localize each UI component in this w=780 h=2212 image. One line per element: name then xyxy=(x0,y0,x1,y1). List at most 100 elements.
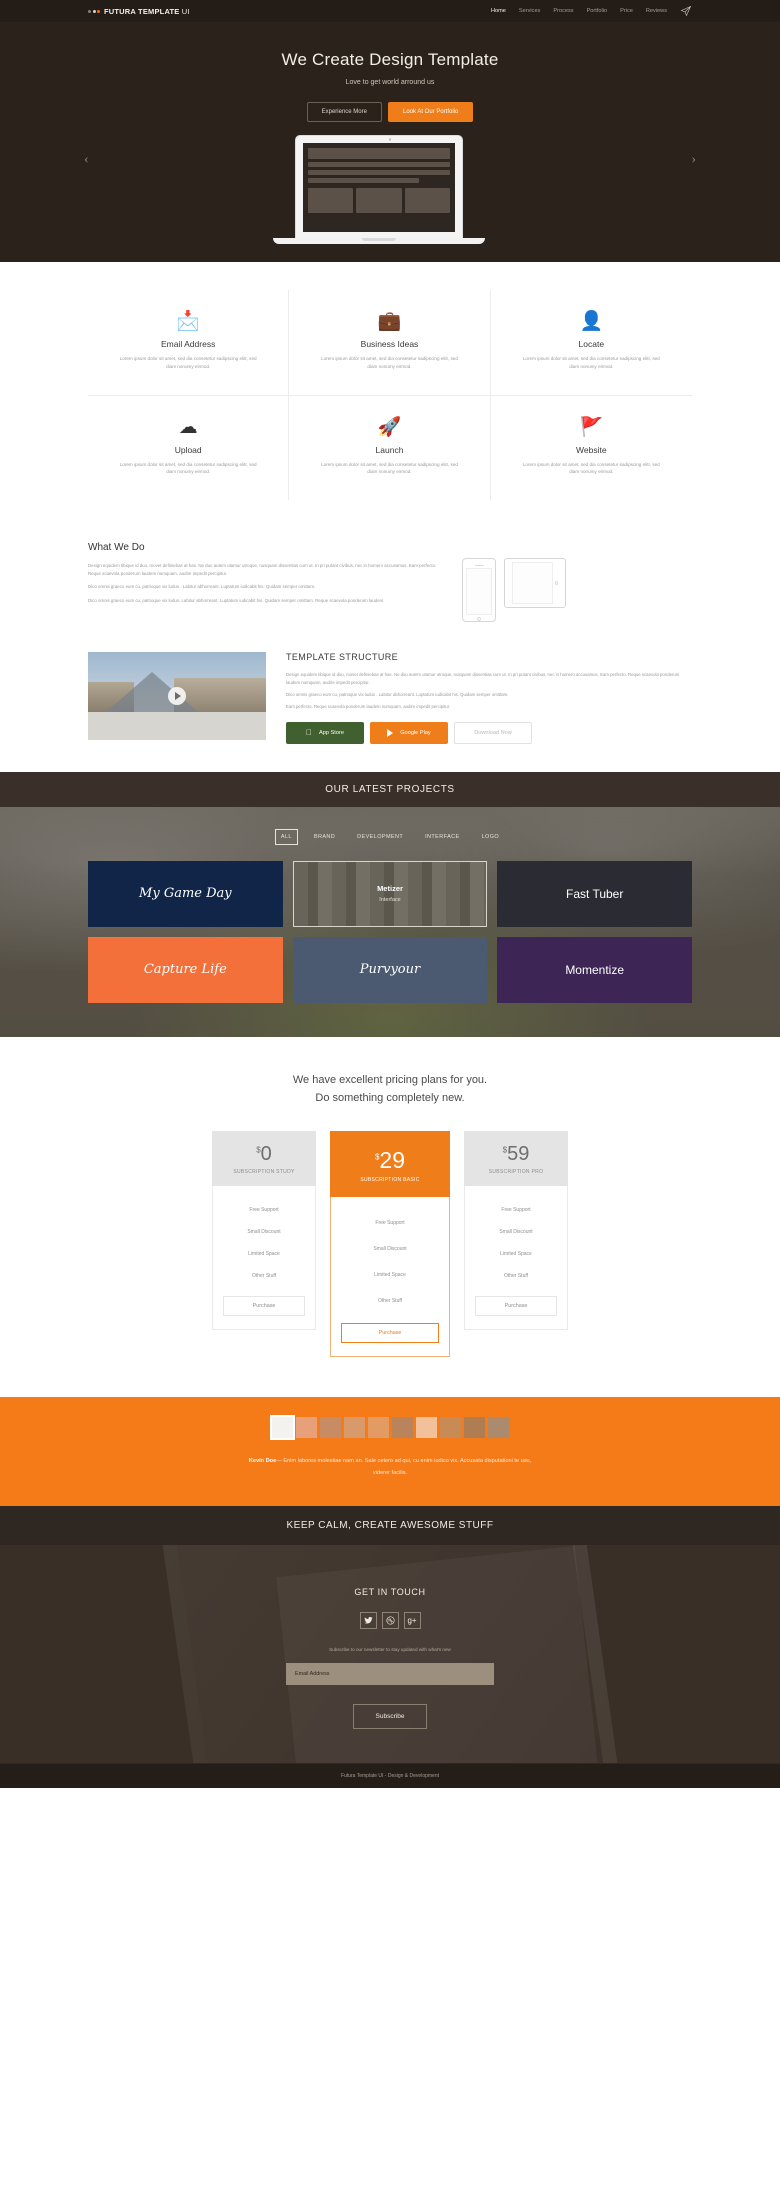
avatar[interactable] xyxy=(319,1417,341,1439)
avatar[interactable] xyxy=(415,1417,437,1439)
avatar[interactable] xyxy=(391,1417,413,1439)
plan-feature: Limited Space xyxy=(248,1251,280,1258)
download-now-button[interactable]: Download Now xyxy=(454,721,532,744)
plan-body: Free Support Small Discount Limited Spac… xyxy=(212,1186,316,1331)
landing-page: FUTURA TEMPLATE UI Home Services Process… xyxy=(0,0,780,1788)
laptop-screen-content xyxy=(303,143,455,232)
feature-card-email-address[interactable]: 📩 Email Address Lorem ipsum dolor sit am… xyxy=(88,290,290,396)
carousel-next-arrow[interactable]: › xyxy=(691,152,696,168)
project-label: Momentize xyxy=(565,962,624,977)
email-input[interactable] xyxy=(286,1662,494,1685)
features-grid: 📩 Email Address Lorem ipsum dolor sit am… xyxy=(88,290,692,501)
feature-text: Lorem ipsum dolor sit amet, sed dia cons… xyxy=(119,461,257,475)
pricing-plan-basic: $29 SUBSCRIPTION BASIC Free Support Smal… xyxy=(330,1131,450,1358)
phone-mockup xyxy=(462,558,497,623)
project-label: My Game Day xyxy=(139,886,232,902)
look-at-portfolio-button[interactable]: Look At Our Portfolio xyxy=(387,102,474,122)
brand-logo[interactable]: FUTURA TEMPLATE UI xyxy=(88,7,190,16)
project-category: Interface xyxy=(379,897,401,904)
filter-development[interactable]: DEVELOPMENT xyxy=(351,829,409,845)
play-button-icon[interactable] xyxy=(168,687,186,706)
feature-card-locate[interactable]: 👤 Locate Lorem ipsum dolor sit amet, sed… xyxy=(490,290,692,396)
what-we-do-paragraph-3: Dico omnis graeco eum cu, patrioque vix … xyxy=(88,597,385,603)
nav-item-price[interactable]: Price xyxy=(620,8,633,14)
subscribe-button[interactable]: Subscribe xyxy=(352,1703,428,1729)
avatar[interactable] xyxy=(463,1417,485,1439)
plan-feature: Small Discount xyxy=(499,1229,533,1236)
projects-heading: OUR LATEST PROJECTS xyxy=(0,771,780,807)
plan-feature: Free Support xyxy=(501,1207,531,1214)
plan-name: SUBSCRIPTION STUDY xyxy=(233,1169,295,1176)
nav-item-portfolio[interactable]: Portfolio xyxy=(587,8,608,14)
filter-brand[interactable]: BRAND xyxy=(308,829,341,845)
feature-card-launch[interactable]: 🚀 Launch Lorem ipsum dolor sit amet, sed… xyxy=(289,395,491,501)
feature-text: Lorem ipsum dolor sit amet, sed dia cons… xyxy=(522,461,660,475)
feature-card-website[interactable]: 🚩 Website Lorem ipsum dolor sit amet, se… xyxy=(491,396,692,501)
plan-header: $59 SUBSCRIPTION PRO xyxy=(464,1131,568,1187)
dribbble-icon[interactable] xyxy=(381,1611,399,1629)
plan-name: SUBSCRIPTION PRO xyxy=(488,1169,544,1176)
newsletter-label: Subscribe to our newsletter to stay upda… xyxy=(329,1646,451,1652)
plan-feature: Other Stuff xyxy=(503,1273,529,1280)
project-tile-my-game-day[interactable]: My Game Day xyxy=(88,860,283,927)
purchase-button-basic[interactable]: Purchase xyxy=(341,1323,439,1344)
hero-buttons: Experience More Look At Our Portfolio xyxy=(0,102,780,122)
template-structure-section: TEMPLATE STRUCTURE Design equidem tibiqu… xyxy=(0,642,780,772)
avatar[interactable] xyxy=(367,1417,389,1439)
project-tile-purvyour[interactable]: Purvyour xyxy=(292,936,488,1003)
pricing-heading-line-2: Do something completely new. xyxy=(315,1092,465,1105)
experience-more-button[interactable]: Experience More xyxy=(306,102,382,122)
laptop-mockup xyxy=(273,135,485,244)
project-tile-momentize[interactable]: Momentize xyxy=(497,936,692,1003)
project-title: Metizer xyxy=(377,884,403,894)
filter-all[interactable]: ALL xyxy=(274,828,298,845)
google-play-button[interactable]: Google Play xyxy=(370,721,448,744)
feature-card-business-ideas[interactable]: 💼 Business Ideas Lorem ipsum dolor sit a… xyxy=(289,290,491,396)
feature-title: Business Ideas xyxy=(360,339,419,349)
feature-title: Launch xyxy=(375,444,404,455)
project-tile-fast-tuber[interactable]: Fast Tuber xyxy=(497,860,692,927)
testimonial-body: Enim labores molestiae nam an. Sale cete… xyxy=(283,1458,532,1476)
briefcase-icon: 💼 xyxy=(377,311,402,332)
twitter-icon[interactable] xyxy=(359,1611,377,1629)
project-tile-capture-life[interactable]: Capture Life xyxy=(88,936,283,1003)
feature-card-upload[interactable]: ☁ Upload Lorem ipsum dolor sit amet, sed… xyxy=(88,395,290,501)
avatar[interactable] xyxy=(295,1417,317,1439)
avatar[interactable] xyxy=(487,1417,509,1439)
nav-item-home[interactable]: Home xyxy=(491,8,506,14)
contact-section: GET IN TOUCH g+ Subscribe to our newslet… xyxy=(0,1544,780,1763)
footer-copyright: Futura Template UI - Design & Developmen… xyxy=(0,1762,780,1788)
template-structure-text: TEMPLATE STRUCTURE Design equidem tibiqu… xyxy=(286,652,692,744)
feature-title: Locate xyxy=(578,339,605,349)
nav-item-reviews[interactable]: Reviews xyxy=(646,8,667,14)
filter-interface[interactable]: INTERFACE xyxy=(419,829,465,845)
avatar[interactable] xyxy=(343,1417,365,1439)
filter-logo[interactable]: LOGO xyxy=(476,829,506,845)
video-thumbnail[interactable] xyxy=(88,652,266,741)
template-structure-paragraph-2: Dico omnis graeco eum cu, patrioque vix … xyxy=(286,692,509,698)
app-store-button[interactable]:  App Store xyxy=(286,721,364,744)
template-structure-paragraph-3: Eam perfecto. Reque scaevola ponderum la… xyxy=(286,704,451,709)
signpost-icon: 🚩 xyxy=(579,416,604,438)
what-we-do-text: What We Do Design equidem tibique id duo… xyxy=(88,542,444,610)
hero-subtitle: Love to get world arround us xyxy=(345,79,435,86)
paper-plane-icon[interactable] xyxy=(680,5,692,17)
projects-section: ALL BRAND DEVELOPMENT INTERFACE LOGO My … xyxy=(0,806,780,1037)
purchase-button-study[interactable]: Purchase xyxy=(223,1296,305,1317)
nav-item-process[interactable]: Process xyxy=(553,8,573,14)
project-tile-metizer[interactable]: Metizer Interface xyxy=(292,860,488,927)
feature-title: Website xyxy=(576,444,607,455)
project-label: Capture Life xyxy=(143,962,227,978)
pricing-heading-line-1: We have excellent pricing plans for you. xyxy=(292,1073,488,1086)
testimonial-author: Kevin Doe xyxy=(248,1458,277,1465)
keep-calm-banner: KEEP CALM, CREATE AWESOME STUFF xyxy=(0,1505,780,1545)
google-plus-icon[interactable]: g+ xyxy=(403,1611,421,1629)
carousel-prev-arrow[interactable]: ‹ xyxy=(84,152,89,168)
purchase-button-pro[interactable]: Purchase xyxy=(475,1296,557,1317)
nav-links: Home Services Process Portfolio Price Re… xyxy=(491,5,692,17)
avatar[interactable] xyxy=(439,1417,461,1439)
avatar[interactable] xyxy=(269,1415,295,1441)
plan-price: $59 xyxy=(464,1144,568,1164)
pricing-plans: $0 SUBSCRIPTION STUDY Free Support Small… xyxy=(88,1131,692,1358)
nav-item-services[interactable]: Services xyxy=(519,8,540,14)
